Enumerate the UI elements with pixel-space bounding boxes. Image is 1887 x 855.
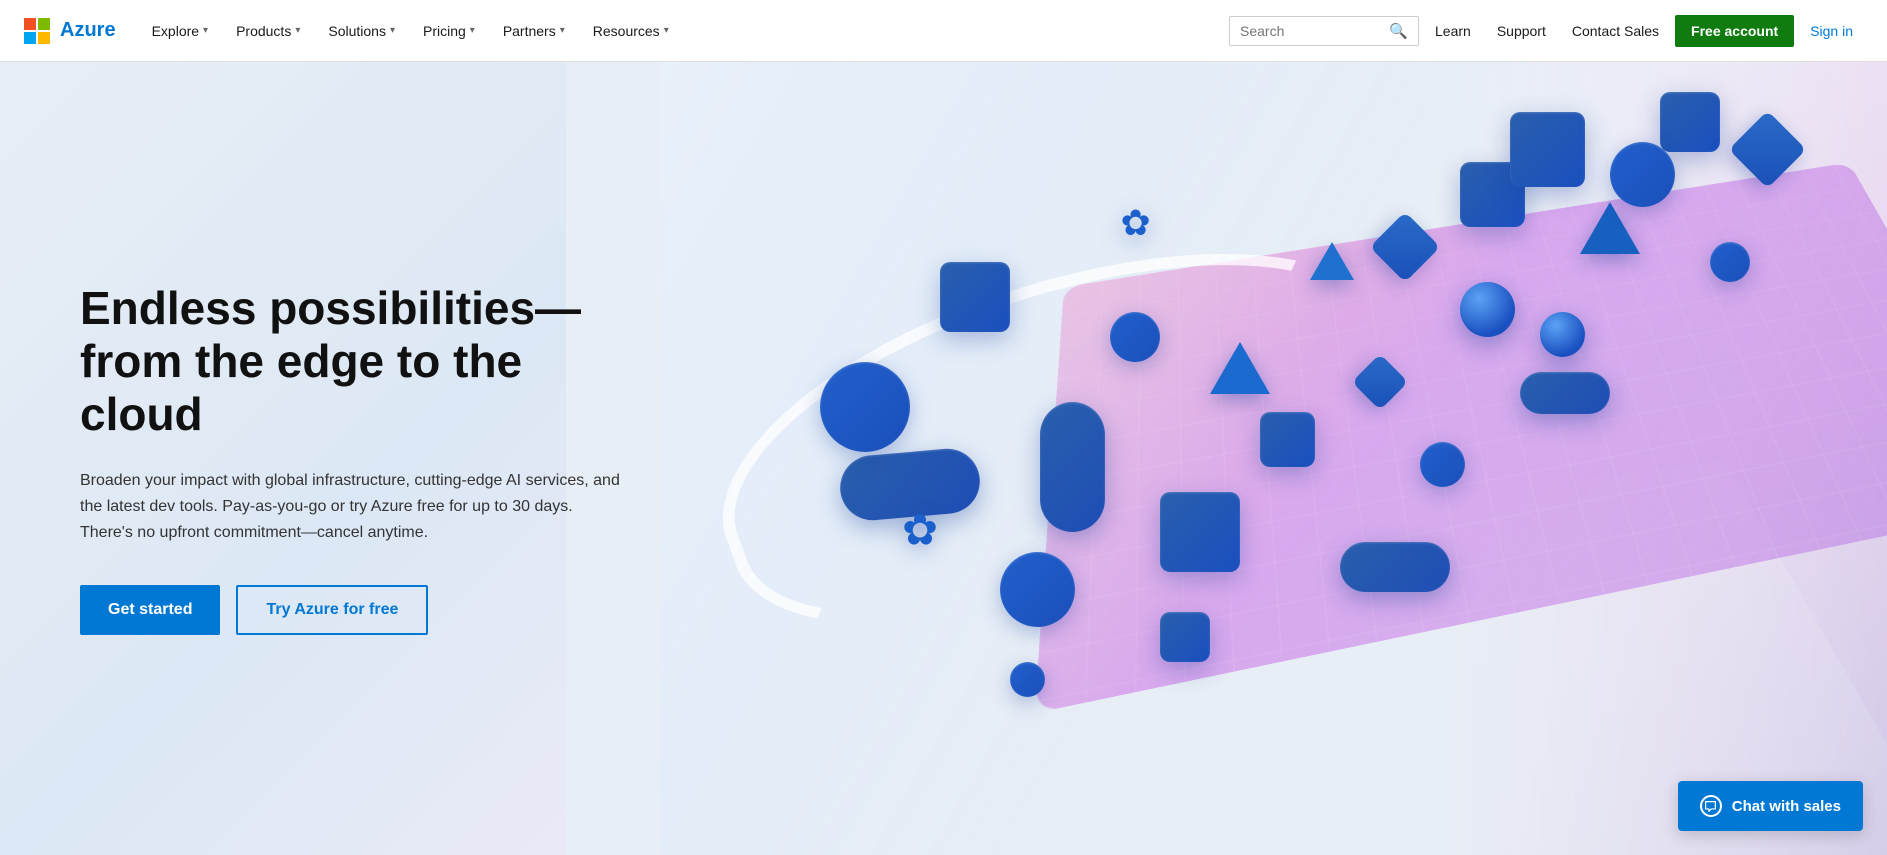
nav-label-pricing: Pricing: [423, 23, 466, 39]
chevron-down-icon: ▾: [295, 25, 300, 36]
search-icon: 🔍: [1389, 22, 1408, 40]
nav-support-link[interactable]: Support: [1487, 15, 1556, 47]
chevron-down-icon: ▾: [560, 25, 565, 36]
hero-content: Endless possibilities—from the edge to t…: [0, 202, 700, 715]
nav-item-resources[interactable]: Resources ▾: [581, 15, 681, 47]
nav-contact-sales-link[interactable]: Contact Sales: [1562, 15, 1669, 47]
search-input[interactable]: [1240, 23, 1381, 39]
microsoft-logo-icon: [24, 18, 50, 44]
nav-learn-link[interactable]: Learn: [1425, 15, 1481, 47]
navbar: Azure Explore ▾ Products ▾ Solutions ▾ P…: [0, 0, 1887, 62]
nav-links: Explore ▾ Products ▾ Solutions ▾ Pricing…: [140, 15, 1229, 47]
navbar-right: 🔍 Learn Support Contact Sales Free accou…: [1229, 15, 1863, 47]
try-azure-free-button[interactable]: Try Azure for free: [236, 585, 428, 635]
hero-buttons: Get started Try Azure for free: [80, 585, 620, 635]
brand-name: Azure: [60, 19, 116, 42]
logo-area[interactable]: Azure: [24, 18, 116, 44]
nav-label-partners: Partners: [503, 23, 556, 39]
nav-label-solutions: Solutions: [328, 23, 386, 39]
chevron-down-icon: ▾: [470, 25, 475, 36]
chat-label: Chat with sales: [1732, 798, 1841, 815]
nav-item-products[interactable]: Products ▾: [224, 15, 312, 47]
chat-with-sales-button[interactable]: Chat with sales: [1678, 781, 1863, 831]
get-started-button[interactable]: Get started: [80, 585, 220, 635]
nav-label-explore: Explore: [152, 23, 199, 39]
chevron-down-icon: ▾: [203, 25, 208, 36]
nav-item-solutions[interactable]: Solutions ▾: [316, 15, 407, 47]
chat-bubble-icon: [1700, 795, 1722, 817]
sign-in-link[interactable]: Sign in: [1800, 15, 1863, 47]
search-box[interactable]: 🔍: [1229, 16, 1419, 46]
hero-visual: ✿ ✿: [660, 62, 1887, 855]
nav-item-pricing[interactable]: Pricing ▾: [411, 15, 487, 47]
hero-description: Broaden your impact with global infrastr…: [80, 468, 620, 545]
free-account-button[interactable]: Free account: [1675, 15, 1794, 47]
nav-label-products: Products: [236, 23, 291, 39]
nav-item-partners[interactable]: Partners ▾: [491, 15, 577, 47]
nav-item-explore[interactable]: Explore ▾: [140, 15, 221, 47]
chevron-down-icon: ▾: [664, 25, 669, 36]
hero-title: Endless possibilities—from the edge to t…: [80, 282, 620, 441]
chevron-down-icon: ▾: [390, 25, 395, 36]
hero-section: ✿ ✿ Endless possibilities—from the edge …: [0, 62, 1887, 855]
nav-label-resources: Resources: [593, 23, 660, 39]
